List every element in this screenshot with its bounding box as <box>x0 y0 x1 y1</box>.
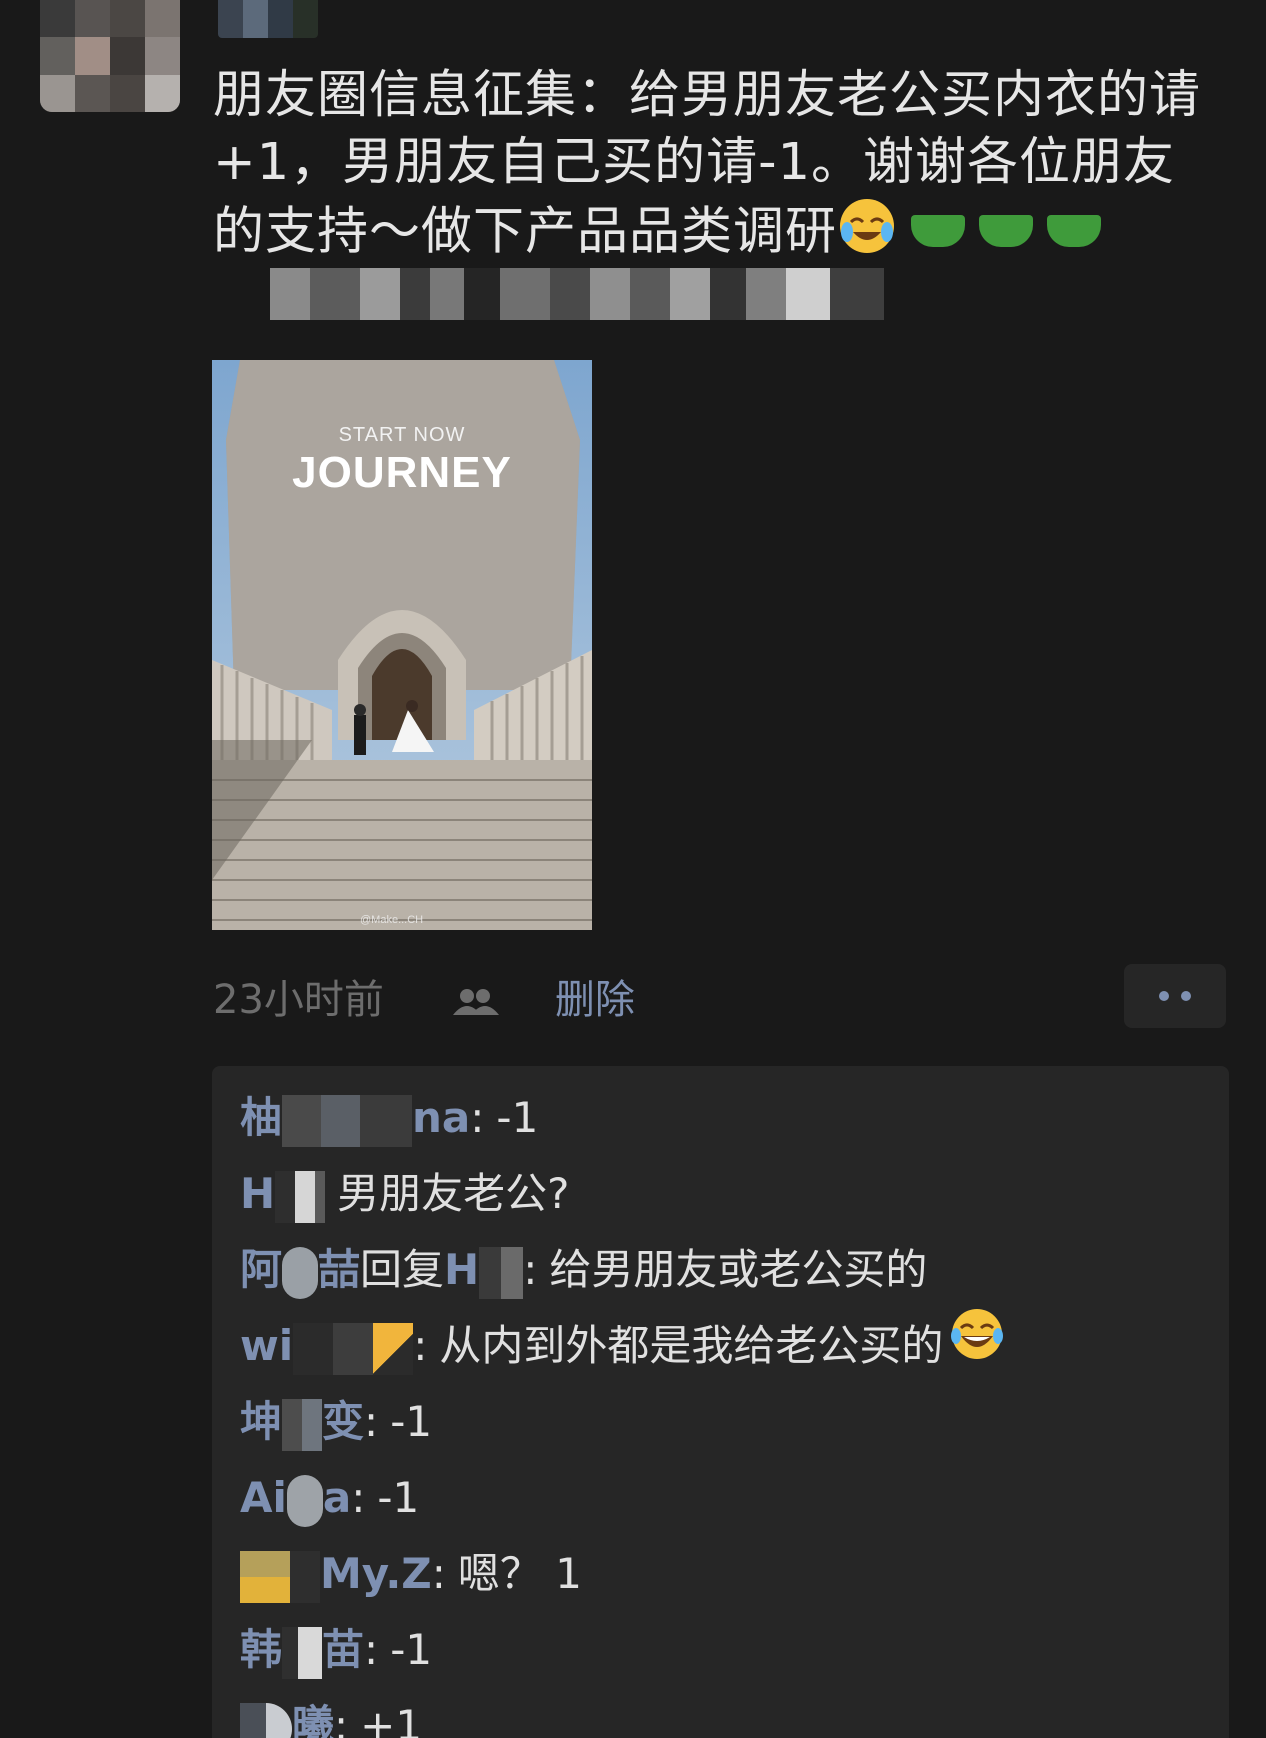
comment-text: 男朋友老公? <box>337 1169 570 1218</box>
underwear-emoji-icon <box>1047 214 1102 247</box>
comment-item: 坤变: -1 <box>240 1384 1229 1460</box>
name-mosaic <box>240 1702 292 1738</box>
reply-word: 回复 <box>360 1245 445 1294</box>
comment-text: -1 <box>390 1397 433 1446</box>
comment-text: 嗯？ 1 <box>457 1549 582 1598</box>
name-mosaic <box>282 1094 413 1147</box>
comment-list: 柚 na: -1 H 男朋友老公? 阿喆回复 H: 给男朋友或老公买的 wi: 从内到… <box>212 1066 1229 1738</box>
comment-text: -1 <box>390 1625 433 1674</box>
delete-button[interactable]: 删除 <box>555 967 635 1025</box>
comment-text: -1 <box>496 1093 539 1142</box>
comment-item: 阿喆回复 H: 给男朋友或老公买的 <box>240 1232 1229 1308</box>
comment-item: 曦: +1 <box>240 1688 1229 1738</box>
comment-item: My.Z: 嗯？ 1 <box>240 1536 1229 1612</box>
post-text: 朋友圈信息征集：给男朋友老公买内衣的请 +1，男朋友自己买的请-1。谢谢各位朋友… <box>213 62 1213 273</box>
photo-caption-small: START NOW <box>338 424 466 446</box>
comment-item: 韩苗: -1 <box>240 1612 1229 1688</box>
name-mosaic <box>293 1322 374 1375</box>
name-mosaic <box>290 1550 320 1603</box>
name-mosaic <box>286 1474 323 1527</box>
reply-target[interactable]: H <box>444 1232 524 1308</box>
post-time: 23小时前 <box>213 977 384 1023</box>
moments-post: 朋友圈信息征集：给男朋友老公买内衣的请 +1，男朋友自己买的请-1。谢谢各位朋友… <box>0 0 1266 1738</box>
comment-author[interactable]: My.Z <box>240 1536 432 1612</box>
underwear-emoji-icon <box>979 214 1034 247</box>
comment-item: 柚 na: -1 <box>240 1080 1229 1156</box>
comment-author[interactable]: 阿喆 <box>240 1232 360 1308</box>
comment-text: 从内到外都是我给老公买的 <box>439 1321 944 1370</box>
poster-name-blurred[interactable] <box>218 0 318 38</box>
comment-author[interactable]: H <box>240 1156 326 1232</box>
laughing-crying-emoji-icon <box>837 196 897 273</box>
underwear-emoji-icon <box>911 214 966 247</box>
comment-author[interactable]: 韩苗 <box>240 1612 364 1688</box>
comment-text: -1 <box>377 1473 420 1522</box>
comment-author[interactable]: Ai a <box>240 1460 351 1536</box>
photo-watermark: @Make...CH <box>360 914 424 926</box>
comment-author[interactable]: wi <box>240 1308 414 1384</box>
photo-caption-big: JOURNEY <box>292 448 512 497</box>
blurred-text-line <box>270 268 890 320</box>
comment-author[interactable]: 柚 na <box>240 1080 470 1156</box>
comment-text: +1 <box>360 1701 423 1738</box>
name-mosaic <box>240 1550 290 1603</box>
name-mosaic <box>373 1322 414 1375</box>
post-meta-row: 23小时前 删除 <box>213 968 635 1024</box>
comment-text: 给男朋友或老公买的 <box>549 1245 928 1294</box>
name-mosaic <box>275 1170 326 1223</box>
comment-author[interactable]: 曦 <box>240 1688 334 1738</box>
comment-item: H 男朋友老公? <box>240 1156 1229 1232</box>
comment-item: wi: 从内到外都是我给老公买的 <box>240 1308 1229 1384</box>
comment-item: Ai a: -1 <box>240 1460 1229 1536</box>
avatar[interactable] <box>40 0 180 112</box>
name-mosaic <box>479 1246 524 1299</box>
post-photo[interactable]: START NOW JOURNEY @Make...CH <box>212 360 592 930</box>
name-mosaic <box>282 1246 319 1299</box>
name-mosaic <box>282 1398 323 1451</box>
friends-group-icon[interactable] <box>450 981 500 1015</box>
laughing-tears-emoji-icon <box>949 1306 1005 1386</box>
comment-author[interactable]: 坤变 <box>240 1384 364 1460</box>
name-mosaic <box>282 1626 323 1679</box>
more-dots-icon[interactable] <box>1124 964 1226 1028</box>
